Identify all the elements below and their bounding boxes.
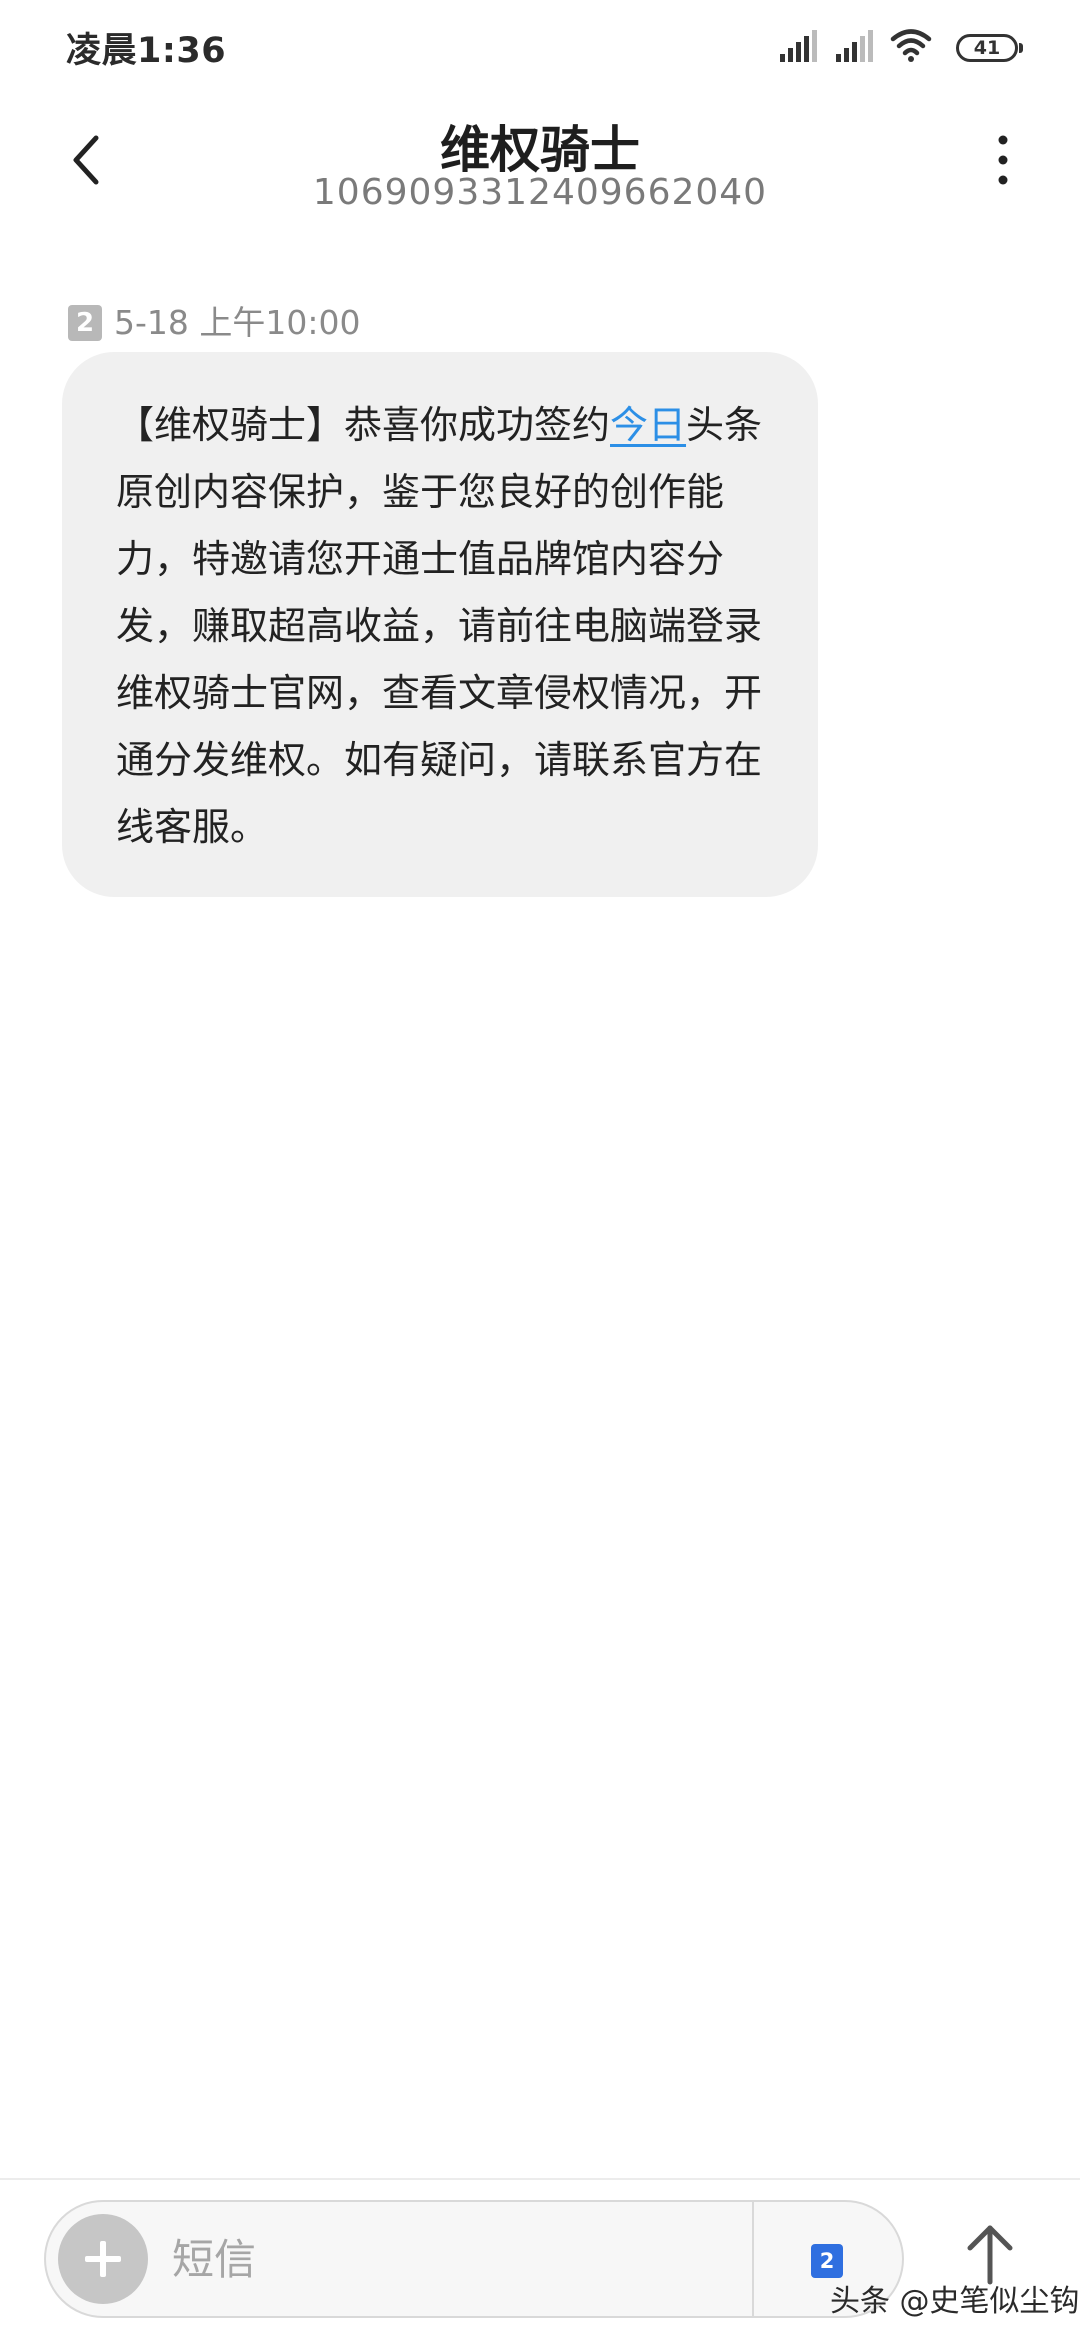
contact-number: 1069093312409662040	[312, 172, 768, 213]
arrow-up-icon	[967, 2225, 1013, 2285]
send-button[interactable]	[960, 2222, 1020, 2286]
plus-icon[interactable]	[58, 2214, 148, 2304]
message-link[interactable]: 今日	[610, 403, 686, 447]
message-text: 【维权骑士】恭喜你成功签约今日头条原创内容保护，鉴于您良好的创作能力，特邀请您开…	[116, 392, 788, 861]
divider	[0, 2178, 1080, 2180]
status-icons: 41	[778, 29, 1023, 70]
wifi-icon	[890, 29, 932, 62]
message-input-bar: 短信 2	[44, 2200, 904, 2318]
message-time: 5-18 上午10:00	[114, 303, 361, 342]
sim-select-button[interactable]: 2	[811, 2244, 843, 2278]
divider	[752, 2202, 754, 2316]
sim-badge: 2	[68, 305, 102, 341]
watermark: 头条 @史笔似尘钩	[830, 2284, 1080, 2319]
status-time: 凌晨1:36	[66, 31, 227, 71]
message-bubble[interactable]: 【维权骑士】恭喜你成功签约今日头条原创内容保护，鉴于您良好的创作能力，特邀请您开…	[62, 352, 818, 897]
message-text-part: 头条原创内容保护，鉴于您良好的创作能力，特邀请您开通士值品牌馆内容分发，赚取超高…	[116, 403, 763, 849]
message-input[interactable]: 短信	[172, 2232, 256, 2288]
sms-conversation-screen: 凌晨1:36 41 维权骑士 1069093312409662040 2 5-1…	[0, 0, 1080, 2340]
more-options-button[interactable]	[988, 130, 1018, 190]
signal-icon	[780, 30, 817, 62]
signal-icon	[836, 30, 873, 62]
message-text-part: 【维权骑士】恭喜你成功签约	[116, 403, 611, 447]
more-vertical-icon	[998, 135, 1008, 185]
battery-level: 41	[973, 37, 1001, 59]
battery-icon: 41	[956, 34, 1023, 62]
